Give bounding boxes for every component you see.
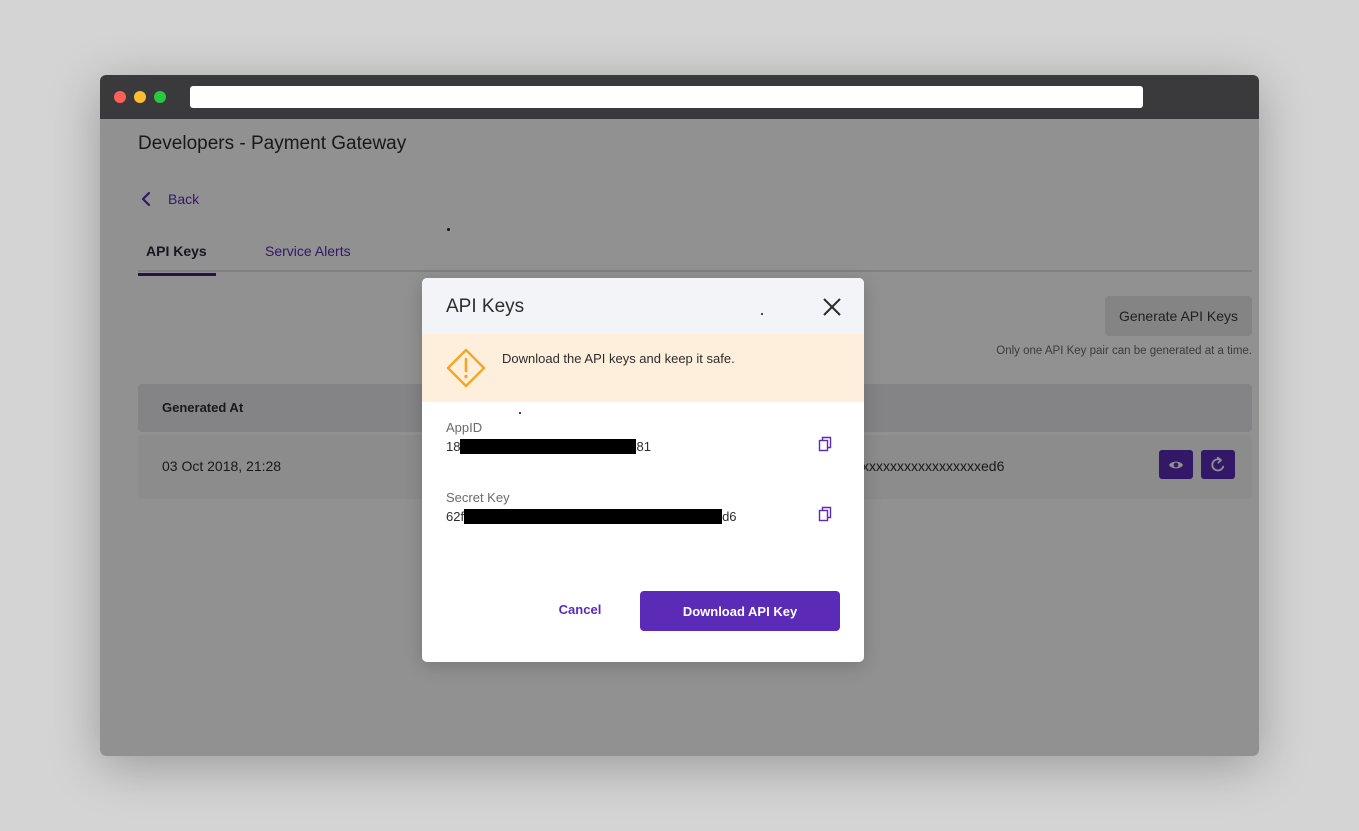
modal-header: API Keys — [422, 278, 864, 334]
close-window-dot[interactable] — [114, 91, 126, 103]
browser-titlebar — [100, 75, 1259, 119]
secret-key-prefix: 62f — [446, 509, 465, 524]
copy-icon[interactable] — [817, 436, 833, 452]
minimize-window-dot[interactable] — [134, 91, 146, 103]
warning-icon — [446, 348, 486, 388]
page-content: Developers - Payment Gateway Back API Ke… — [100, 119, 1259, 756]
app-id-prefix: 18 — [446, 439, 461, 454]
cancel-button[interactable]: Cancel — [548, 591, 612, 627]
maximize-window-dot[interactable] — [154, 91, 166, 103]
dust-speck — [519, 412, 521, 414]
secret-key-value: 62f d6 — [446, 509, 737, 524]
redaction-bar — [460, 439, 637, 454]
app-id-suffix: 81 — [636, 439, 651, 454]
dust-speck — [447, 228, 450, 231]
redaction-bar — [464, 509, 723, 524]
warning-alert: Download the API keys and keep it safe. — [422, 334, 864, 402]
api-keys-modal: API Keys Download the API keys and keep … — [422, 278, 864, 662]
app-id-label: AppID — [446, 420, 483, 435]
secret-key-label: Secret Key — [446, 490, 510, 505]
modal-title: API Keys — [446, 296, 525, 317]
app-id-value: 18 81 — [446, 439, 651, 454]
dust-speck — [761, 313, 763, 315]
close-icon[interactable] — [822, 297, 842, 317]
url-bar[interactable] — [190, 86, 1143, 108]
copy-icon[interactable] — [817, 506, 833, 522]
browser-window: Developers - Payment Gateway Back API Ke… — [100, 75, 1259, 756]
alert-message: Download the API keys and keep it safe. — [502, 351, 735, 366]
secret-key-suffix: d6 — [722, 509, 737, 524]
download-api-key-button[interactable]: Download API Key — [640, 591, 840, 631]
